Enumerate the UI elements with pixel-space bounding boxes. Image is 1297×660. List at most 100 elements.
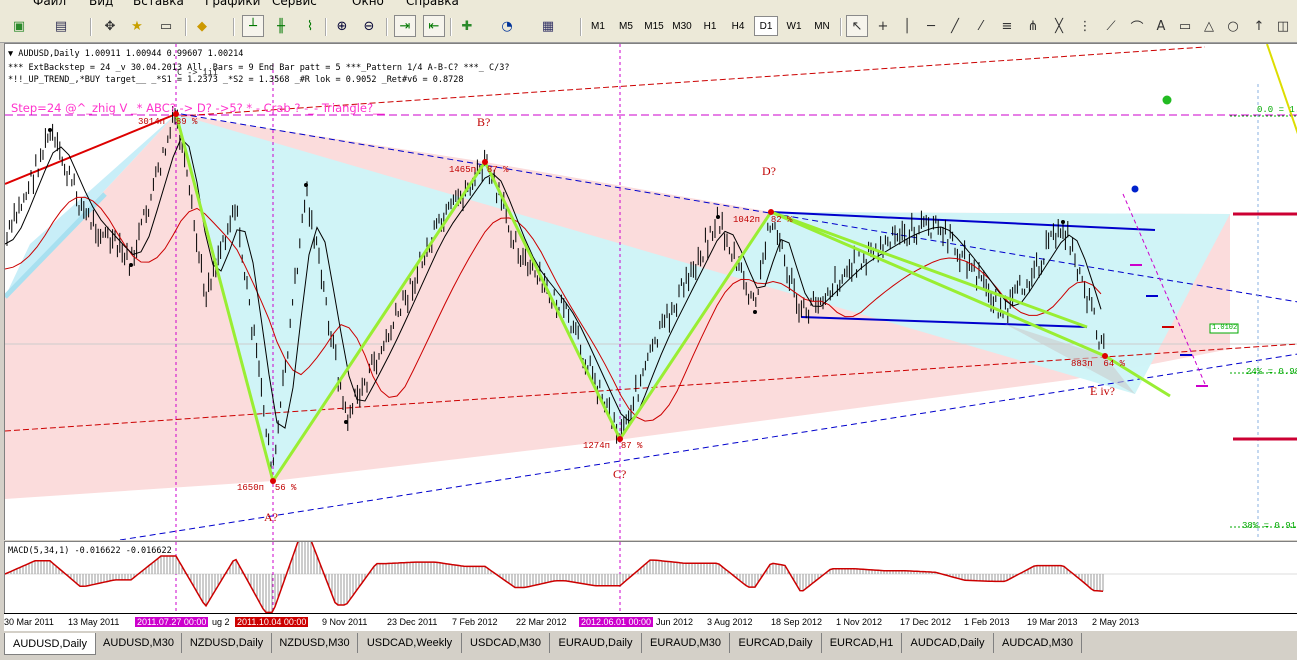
wave-label-e: E iv?	[1090, 384, 1115, 398]
pitchfork-icon[interactable]: ⋔	[1022, 15, 1044, 37]
macd-canvas	[5, 542, 1297, 613]
macd-label: MACD(5,34,1) -0.016622 -0.016622	[8, 546, 172, 556]
tab-eurcad-daily[interactable]: EURCAD,Daily	[730, 633, 822, 653]
time-tick: 7 Feb 2012	[452, 617, 498, 627]
pivot-label: 3014п 89 %	[138, 117, 198, 127]
menu-help[interactable]: Справка	[406, 0, 459, 8]
time-tick: 17 Dec 2012	[900, 617, 952, 627]
tf-m30[interactable]: M30	[670, 16, 694, 36]
arrow-icon[interactable]: ↑	[1248, 15, 1270, 37]
fib-label: 24% = 0.98	[1246, 367, 1297, 377]
time-tick: 1 Feb 2013	[964, 617, 1010, 627]
wave-label-d: D?	[762, 164, 776, 178]
ellipse-icon[interactable]: ○	[1222, 15, 1244, 37]
menu-window[interactable]: Окно	[352, 0, 384, 8]
bar-chart-icon[interactable]: ┴	[242, 15, 264, 37]
autotrading-icon[interactable]: ◆	[191, 15, 213, 37]
tf-m1[interactable]: M1	[586, 16, 610, 36]
price-chart-canvas	[5, 44, 1297, 540]
menu-tools[interactable]: Сервис	[272, 0, 317, 8]
trendline-icon[interactable]: ╱	[944, 15, 966, 37]
tab-nzdusd-m30[interactable]: NZDUSD,M30	[272, 633, 358, 653]
vertical-line-icon[interactable]: │	[896, 15, 918, 37]
angle-line-icon[interactable]: ⁄	[970, 15, 992, 37]
tf-mn[interactable]: MN	[810, 16, 834, 36]
autoscroll-icon[interactable]: ⇥	[394, 15, 416, 37]
pivot-label: 1465п 87 %	[449, 165, 509, 175]
wave-label-a: A?	[264, 510, 278, 524]
channel-icon[interactable]: ≡	[996, 15, 1018, 37]
fibo-fan-icon[interactable]: ⟋	[1100, 15, 1122, 37]
time-tick: 9 Nov 2011	[322, 617, 368, 627]
time-tick-highlight: 2011.10.04 00:00	[235, 617, 309, 627]
time-tick: ug 2	[212, 617, 230, 627]
time-tick: 13 May 2011	[68, 617, 120, 627]
horizontal-line-icon[interactable]: ─	[920, 15, 942, 37]
symbol-info: ▼ AUDUSD,Daily 1.00911 1.00944 0.99607 1…	[8, 49, 244, 59]
menu-view[interactable]: Вид	[89, 0, 113, 8]
time-tick: 2 May 2013	[1092, 617, 1140, 627]
macd-panel[interactable]: MACD(5,34,1) -0.016622 -0.016622	[4, 541, 1297, 613]
time-tick-highlight: 2011.07.27 00:00	[135, 617, 209, 627]
triangle-icon[interactable]: △	[1198, 15, 1220, 37]
fib-label: 38% = 0.91	[1242, 521, 1297, 531]
periods-icon[interactable]: ◔	[496, 15, 518, 37]
tab-eurcad-h1[interactable]: EURCAD,H1	[822, 633, 902, 653]
menu-file[interactable]: Файл	[33, 0, 66, 8]
more-tools-icon[interactable]: ◫	[1272, 15, 1294, 37]
fibo-arcs-icon[interactable]: ⌒	[1126, 15, 1148, 37]
time-tick-highlight: 2012.06.01 00:00	[579, 617, 654, 627]
crosshair-icon[interactable]: ✥	[99, 15, 121, 37]
rectangle-icon[interactable]: ▭	[1174, 15, 1196, 37]
zoom-in-icon[interactable]: ⊕	[331, 15, 353, 37]
chart-tabs: AUDUSD,Daily AUDUSD,M30 NZDUSD,Daily NZD…	[0, 631, 1297, 660]
info-line-2: *!!_UP_TREND_,*BUY target__ _*S1 = 1.237…	[8, 75, 464, 85]
line-chart-icon[interactable]: ⌇	[299, 15, 321, 37]
tab-euraud-m30[interactable]: EURAUD,M30	[642, 633, 730, 653]
indicators-icon[interactable]: ✚	[456, 15, 478, 37]
navigator-icon[interactable]: ★	[126, 15, 148, 37]
gann-icon[interactable]: ╳	[1048, 15, 1070, 37]
wave-label-b: B?	[477, 115, 491, 129]
cursor-icon[interactable]: ↖	[846, 15, 868, 37]
tab-audusd-daily[interactable]: AUDUSD,Daily	[4, 633, 96, 655]
tab-nzdusd-daily[interactable]: NZDUSD,Daily	[182, 633, 272, 653]
menu-charts[interactable]: Графики	[205, 0, 260, 8]
toolbar: ▣ ▤ ✥ ★ ▭ ◆ ┴ ╫ ⌇ ⊕ ⊖ ⇥ ⇤ ✚ ◔ ▦ M1 M5 M1…	[0, 8, 1297, 43]
time-tick: 19 Mar 2013	[1027, 617, 1078, 627]
tab-audcad-m30[interactable]: AUDCAD,M30	[994, 633, 1082, 653]
tf-m5[interactable]: M5	[614, 16, 638, 36]
tf-w1[interactable]: W1	[782, 16, 806, 36]
terminal-icon[interactable]: ▭	[155, 15, 177, 37]
cross-icon[interactable]: +	[872, 15, 894, 37]
price-chart[interactable]: ▼ AUDUSD,Daily 1.00911 1.00944 0.99607 1…	[4, 43, 1297, 540]
tab-audcad-daily[interactable]: AUDCAD,Daily	[902, 633, 994, 653]
wave-label-c: C?	[613, 467, 627, 481]
price-marker: 1.0102	[1212, 324, 1238, 332]
tab-usdcad-m30[interactable]: USDCAD,M30	[462, 633, 550, 653]
overlap-text: C -> iii	[177, 68, 218, 78]
tab-usdcad-weekly[interactable]: USDCAD,Weekly	[358, 633, 462, 653]
pivot-label: 1650п 56 %	[237, 483, 297, 493]
tab-audusd-m30[interactable]: AUDUSD,M30	[96, 633, 182, 653]
templates-icon[interactable]: ▦	[537, 15, 559, 37]
chart-shift-icon[interactable]: ⇤	[423, 15, 445, 37]
tf-h4[interactable]: H4	[726, 16, 750, 36]
tf-m15[interactable]: M15	[642, 16, 666, 36]
zoom-out-icon[interactable]: ⊖	[358, 15, 380, 37]
tab-euraud-daily[interactable]: EURAUD,Daily	[550, 633, 642, 653]
info-line-1: *** ExtBackstep = 24 _v 30.04.2013 All. …	[8, 63, 510, 73]
time-tick: 30 Mar 2011	[4, 617, 54, 627]
text-icon[interactable]: A	[1150, 15, 1172, 37]
candle-chart-icon[interactable]: ╫	[270, 15, 292, 37]
time-tick: 22 Mar 2012	[516, 617, 567, 627]
profiles-icon[interactable]: ▤	[50, 15, 72, 37]
new-chart-icon[interactable]: ▣	[8, 15, 30, 37]
time-tick: 1 Nov 2012	[836, 617, 883, 627]
fibo-icon[interactable]: ⋮	[1074, 15, 1096, 37]
tf-d1[interactable]: D1	[754, 16, 778, 36]
time-axis: 30 Mar 2011 13 May 2011 2011.07.27 00:00…	[4, 613, 1297, 631]
menu-insert[interactable]: Вставка	[133, 0, 184, 8]
time-tick: Jun 2012	[656, 617, 694, 627]
tf-h1[interactable]: H1	[698, 16, 722, 36]
